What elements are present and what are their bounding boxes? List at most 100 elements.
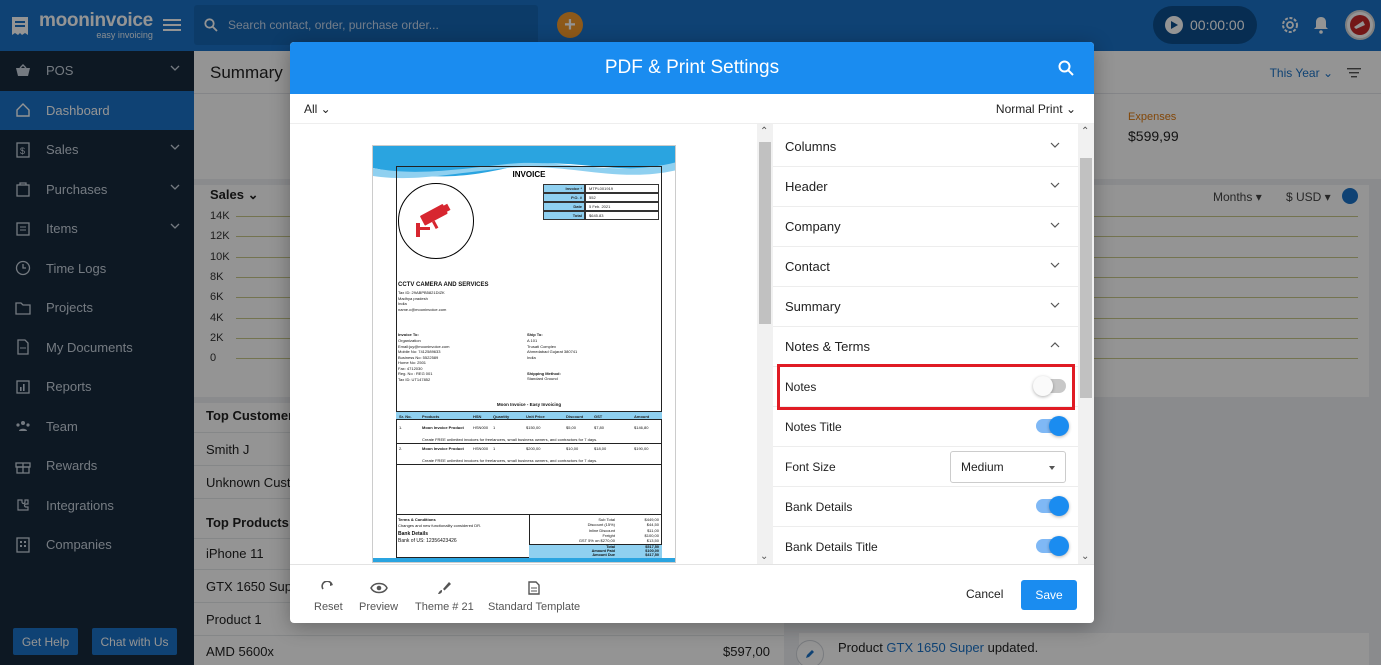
section-label: Company xyxy=(785,219,841,234)
invoice-preview: INVOICE Invoice * MTPL001919 P.O. #552 Date… xyxy=(372,145,676,563)
section-summary[interactable]: Summary xyxy=(773,287,1078,327)
invoice-text-line: Email:juy@mooninvoice.com xyxy=(398,343,450,349)
section-contact[interactable]: Contact xyxy=(773,247,1078,287)
save-button[interactable]: Save xyxy=(1021,580,1077,610)
pdf-preview-area: INVOICE Invoice * MTPL001919 P.O. #552 Date… xyxy=(290,124,758,564)
setting-label: Notes xyxy=(785,379,817,394)
invoice-text-line: Madhya pradesh xyxy=(398,295,428,301)
font-size-value: Medium xyxy=(961,460,1004,474)
pdf-print-settings-dialog: PDF & Print Settings All ⌄ Normal Print … xyxy=(290,42,1094,623)
section-header[interactable]: Header xyxy=(773,167,1078,207)
scroll-up-icon[interactable]: ⌃ xyxy=(760,126,768,137)
section-columns[interactable]: Columns xyxy=(773,127,1078,167)
reset-button[interactable]: Reset xyxy=(314,579,343,613)
setting-label: Bank Details Title xyxy=(785,539,878,554)
dialog-header: PDF & Print Settings xyxy=(290,42,1094,94)
divider xyxy=(396,464,662,465)
table-cell: $10,00 xyxy=(566,446,579,451)
scroll-thumb[interactable] xyxy=(759,142,771,324)
chevron-up-icon xyxy=(1050,342,1060,348)
scroll-down-icon[interactable]: ⌄ xyxy=(1081,551,1089,562)
table-cell: $200,00 xyxy=(526,446,541,451)
invoice-text-line: Business No: 5522589 xyxy=(398,354,439,360)
table-cell: HSN000 xyxy=(473,425,489,430)
invoice-text-line: Trusati Complex xyxy=(527,343,556,349)
caret-down-icon xyxy=(1049,466,1055,470)
notes-toggle[interactable] xyxy=(1033,376,1066,396)
chevron-down-icon xyxy=(1050,262,1060,268)
invoice-text-line: Mobile No: 7412589633 xyxy=(398,349,441,354)
total-label: GST 5% on $270,00 xyxy=(578,538,615,544)
section-label: Summary xyxy=(785,299,841,314)
section-company[interactable]: Company xyxy=(773,207,1078,247)
bank-title: Bank Details xyxy=(398,531,429,537)
table-cell: 1. xyxy=(399,425,403,430)
invoice-meta-table: Invoice * MTPL001919 P.O. #552 Date 5 Feb. 2… xyxy=(543,184,659,220)
search-icon[interactable] xyxy=(1058,60,1074,82)
column-header: Unit Price xyxy=(526,414,545,419)
section-label: Contact xyxy=(785,259,830,274)
meta-row: Date 5 Feb. 2021 xyxy=(543,202,659,211)
standard-template-button[interactable]: Standard Template xyxy=(488,579,580,613)
filter-all-dropdown[interactable]: All ⌄ xyxy=(304,102,331,116)
table-cell: 1 xyxy=(493,425,496,430)
scroll-down-icon[interactable]: ⌄ xyxy=(760,551,768,562)
column-header: Quantity xyxy=(493,414,510,419)
table-cell: $146,80 xyxy=(634,425,649,430)
company-name: CCTV CAMERA AND SERVICES xyxy=(398,282,489,288)
meta-key: Invoice * xyxy=(543,184,585,193)
dialog-footer: Reset Preview Theme # 21 Standard Templa… xyxy=(290,564,1094,623)
section-label: Columns xyxy=(785,139,837,154)
chevron-down-icon xyxy=(1050,142,1060,148)
setting-notes-title: Notes Title xyxy=(773,407,1078,447)
preview-button[interactable]: Preview xyxy=(359,579,398,613)
cancel-button[interactable]: Cancel xyxy=(966,587,1003,601)
font-size-select[interactable]: Medium xyxy=(950,451,1066,483)
row-description: Create FREE unlimited invoices for freel… xyxy=(422,437,598,442)
scroll-thumb[interactable] xyxy=(1080,158,1092,398)
scroll-up-icon[interactable]: ⌃ xyxy=(1081,126,1089,137)
settings-scrollbar[interactable]: ⌃ ⌄ xyxy=(1078,124,1094,564)
section-notes-terms[interactable]: Notes & Terms xyxy=(773,327,1078,367)
tool-label: Preview xyxy=(359,601,399,613)
tool-label: Standard Template xyxy=(488,601,581,613)
invoice-text-line: India xyxy=(527,354,536,360)
footer-band xyxy=(373,558,675,562)
invoice-text-line: Organization xyxy=(398,338,421,343)
chevron-down-icon xyxy=(1050,182,1060,188)
chevron-down-icon xyxy=(1050,222,1060,228)
invoice-table-header: Sr. No. Products HSN Quantity Unit Price Disc… xyxy=(396,411,662,420)
reset-icon xyxy=(321,579,335,597)
invoice-text-line: Tax ID: 29ABPB5821DIZK xyxy=(398,290,445,295)
meta-key: Date xyxy=(543,202,585,211)
notes-title-toggle[interactable] xyxy=(1036,416,1069,436)
setting-font-size: Font Size Medium xyxy=(773,447,1078,487)
template-icon xyxy=(528,579,540,597)
bank-text: Bank of US: 12356423426 xyxy=(398,538,457,544)
column-header: Discount xyxy=(566,414,584,419)
bank-details-title-toggle[interactable] xyxy=(1036,536,1069,556)
tool-label: Reset xyxy=(314,601,343,613)
table-cell: Moon Invoice Product xyxy=(422,446,464,451)
preview-scrollbar[interactable]: ⌃ ⌄ xyxy=(757,124,773,564)
meta-value: 552 xyxy=(585,193,659,202)
meta-row: Total $645.83 xyxy=(543,211,659,220)
column-header: Amount xyxy=(634,414,650,419)
table-cell: 2. xyxy=(399,446,403,451)
invoice-title: INVOICE xyxy=(512,170,546,179)
meta-row: Invoice * MTPL001919 xyxy=(543,184,659,193)
setting-label: Bank Details xyxy=(785,499,853,514)
theme-button[interactable]: Theme # 21 xyxy=(415,579,474,613)
table-cell: $7,80 xyxy=(594,425,605,430)
print-mode-dropdown[interactable]: Normal Print ⌄ xyxy=(996,102,1076,116)
cctv-camera-logo xyxy=(398,183,474,259)
setting-label: Font Size xyxy=(785,459,836,474)
setting-bank-details: Bank Details xyxy=(773,487,1078,527)
table-cell: 1 xyxy=(493,446,496,451)
bank-details-toggle[interactable] xyxy=(1036,496,1069,516)
invoice-text-line: Ahmedabad Gujarat 380741 xyxy=(527,349,578,354)
settings-panel: Columns Header Company Contact Summary N… xyxy=(773,124,1094,564)
section-label: Notes & Terms xyxy=(785,339,871,354)
eye-icon xyxy=(369,579,388,597)
column-header: GST xyxy=(594,414,603,419)
